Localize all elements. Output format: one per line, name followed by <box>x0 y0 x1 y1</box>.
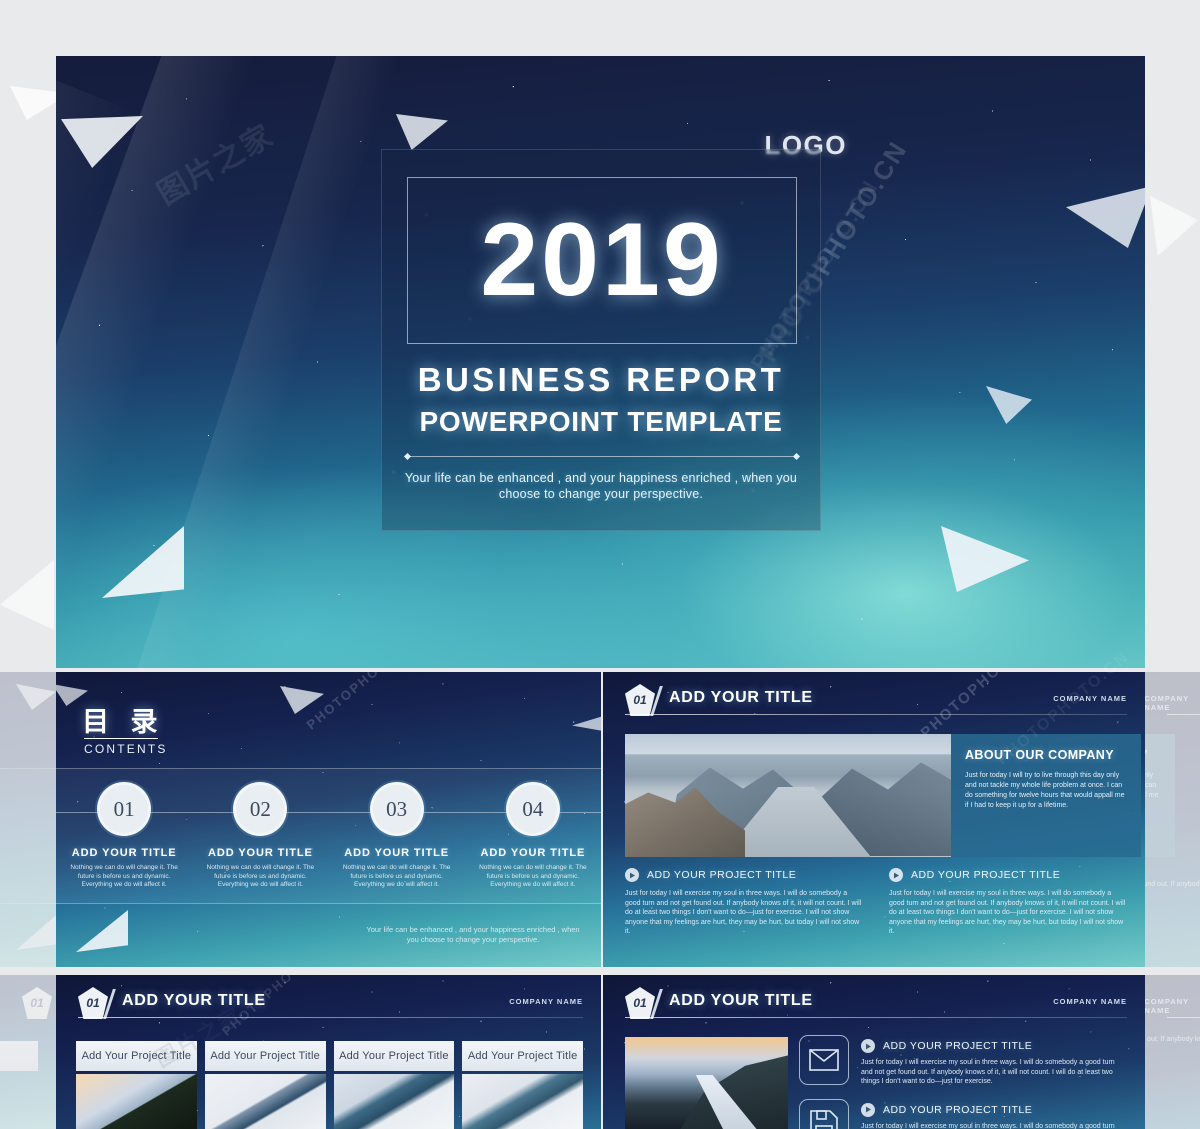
toc-number-badge: 01 <box>97 782 152 836</box>
about-photo <box>625 734 951 857</box>
toc-item-title: ADD YOUR TITLE <box>208 847 313 859</box>
icon-list-rows: ADD YOUR PROJECT TITLE Just for today I … <box>799 1035 1127 1129</box>
backdrop-shard-3 <box>1150 196 1198 256</box>
ghost-slide-left: 目 录 CONTENTS 01 Add Your Project Title <box>0 672 56 1129</box>
card-title: Add Your Project Title <box>462 1041 583 1071</box>
slide-header: 01 ADD YOUR TITLE COMPANY NAME <box>78 987 583 1019</box>
ghost-veil-right <box>1145 672 1200 1129</box>
project-title: ADD YOUR PROJECT TITLE <box>911 869 1061 881</box>
card-thumbnail <box>333 1074 455 1129</box>
contents-title-cn: 目 录 <box>82 707 165 737</box>
company-name-label: COMPANY NAME <box>509 997 583 1006</box>
play-icon <box>861 1102 875 1117</box>
project-header: ADD YOUR PROJECT TITLE <box>625 868 863 882</box>
project-card-1[interactable]: Add Your Project Title <box>76 1041 197 1129</box>
about-projects: ADD YOUR PROJECT TITLE Just for today I … <box>625 868 1127 937</box>
project-title: ADD YOUR PROJECT TITLE <box>883 1040 1033 1052</box>
slide-title: ADD YOUR TITLE <box>669 992 813 1009</box>
toc-number-badge: 02 <box>233 782 288 836</box>
about-panel-title: ABOUT OUR COMPANY <box>965 748 1114 762</box>
project-column-2: ADD YOUR PROJECT TITLE Just for today I … <box>889 868 1127 937</box>
hero-headline: BUSINESS REPORT <box>417 361 785 398</box>
header-rule <box>78 1017 583 1018</box>
project-header: ADD YOUR PROJECT TITLE <box>889 868 1127 882</box>
icon-list-row-2[interactable]: ADD YOUR PROJECT TITLE Just for today I … <box>799 1098 1127 1129</box>
toc-number-badge: 04 <box>505 782 560 836</box>
toc-item-04[interactable]: 04 ADD YOUR TITLE Nothing we can do will… <box>465 768 601 908</box>
project-body: Just for today I will exercise my soul i… <box>861 1059 1115 1086</box>
card-title: Add Your Project Title <box>76 1041 197 1071</box>
company-name-label: COMPANY NAME <box>1053 997 1127 1006</box>
contents-underline <box>84 738 158 739</box>
project-header: ADD YOUR PROJECT TITLE <box>861 1039 1127 1053</box>
page-canvas: PHOTOPHOTO.CN LOGO 2019 BUSINESS REPORT … <box>0 0 1200 1129</box>
slide-header: 01 ADD YOUR TITLE COMPANY NAME <box>625 987 1127 1019</box>
toc-item-title: ADD YOUR TITLE <box>480 847 586 859</box>
toc-item-desc: Nothing we can do will change it. The fu… <box>479 864 587 888</box>
project-body: Just for today I will exercise my soul i… <box>889 890 1126 936</box>
icon-row-text: ADD YOUR PROJECT TITLE Just for today I … <box>861 1099 1127 1129</box>
contents-items: 01 ADD YOUR TITLE Nothing we can do will… <box>56 768 601 908</box>
project-cards: Add Your Project Title Add Your Project … <box>76 1041 583 1129</box>
icon-list-slide: 01 ADD YOUR TITLE COMPANY NAME ADD YOUR … <box>603 975 1145 1129</box>
envelope-icon <box>799 1035 849 1085</box>
hero-divider <box>408 456 796 457</box>
contents-slide: PHOTOPHOTO.CN 目 录 CONTENTS 01 ADD YOUR T… <box>56 672 601 967</box>
contents-title-en: CONTENTS <box>84 742 168 756</box>
icon-row-text: ADD YOUR PROJECT TITLE Just for today I … <box>861 1035 1127 1087</box>
project-card-4[interactable]: Add Your Project Title <box>462 1041 583 1129</box>
project-title: ADD YOUR PROJECT TITLE <box>647 869 797 881</box>
card-title: Add Your Project Title <box>333 1041 455 1071</box>
company-name-label: COMPANY NAME <box>1053 694 1127 703</box>
ghost-slide-right: COMPANY NAME ABOUT OUR COMPANY Just for … <box>1145 672 1200 1129</box>
about-panel-body: Just for today I will try to live throug… <box>965 772 1125 809</box>
project-title: ADD YOUR PROJECT TITLE <box>883 1103 1033 1116</box>
header-rule <box>625 1017 1127 1018</box>
toc-number-badge: 03 <box>369 782 424 836</box>
hero-subheadline: POWERPOINT TEMPLATE <box>419 406 783 437</box>
project-card-3[interactable]: Add Your Project Title <box>333 1041 455 1129</box>
slide-title: ADD YOUR TITLE <box>122 992 266 1009</box>
play-icon <box>889 868 903 882</box>
card-thumbnail <box>76 1074 197 1129</box>
year-label: 2019 <box>480 202 724 318</box>
toc-item-desc: Nothing we can do will change it. The fu… <box>342 864 451 888</box>
backdrop-shard-2 <box>0 560 54 630</box>
project-header: ADD YOUR PROJECT TITLE <box>861 1102 1127 1117</box>
icon-list-row-1[interactable]: ADD YOUR PROJECT TITLE Just for today I … <box>799 1035 1127 1087</box>
toc-item-title: ADD YOUR TITLE <box>344 847 449 859</box>
ghost-veil-left <box>0 672 56 1129</box>
toc-item-desc: Nothing we can do will change it. The fu… <box>206 864 315 888</box>
hero-tagline: Your life can be enhanced , and your hap… <box>404 471 798 501</box>
about-slide: PHOTOPHOTO.CN 01 ADD YOUR TITLE COMPANY … <box>603 672 1145 967</box>
project-card-2[interactable]: Add Your Project Title <box>204 1041 326 1129</box>
card-title: Add Your Project Title <box>204 1041 326 1071</box>
play-icon <box>625 868 639 882</box>
toc-item-01[interactable]: 01 ADD YOUR TITLE Nothing we can do will… <box>56 768 192 908</box>
contents-tagline: Your life can be enhanced , and your hap… <box>366 925 580 944</box>
project-body: Just for today I will exercise my soul i… <box>861 1122 1115 1129</box>
toc-item-title: ADD YOUR TITLE <box>71 847 177 859</box>
about-panel: ABOUT OUR COMPANY Just for today I will … <box>951 734 1141 857</box>
card-thumbnail <box>204 1074 326 1129</box>
project-body: Just for today I will exercise my soul i… <box>625 890 862 936</box>
title-slide: PHOTOPHOTO.CN LOGO 2019 BUSINESS REPORT … <box>56 56 1145 668</box>
road-photo <box>625 1037 788 1129</box>
slide-title: ADD YOUR TITLE <box>669 689 813 706</box>
header-rule <box>625 714 1127 715</box>
toc-item-03[interactable]: 03 ADD YOUR TITLE Nothing we can do will… <box>329 768 465 908</box>
project-column-1: ADD YOUR PROJECT TITLE Just for today I … <box>625 868 863 937</box>
toc-item-02[interactable]: 02 ADD YOUR TITLE Nothing we can do will… <box>192 768 328 908</box>
play-icon <box>861 1039 875 1053</box>
card-thumbnail <box>462 1074 583 1129</box>
floppy-save-icon <box>799 1098 849 1129</box>
cards-slide: PHOTOPHOTO.CN 01 ADD YOUR TITLE COMPANY … <box>56 975 601 1129</box>
slide-header: 01 ADD YOUR TITLE COMPANY NAME <box>625 684 1127 716</box>
toc-item-desc: Nothing we can do will change it. The fu… <box>70 864 178 888</box>
